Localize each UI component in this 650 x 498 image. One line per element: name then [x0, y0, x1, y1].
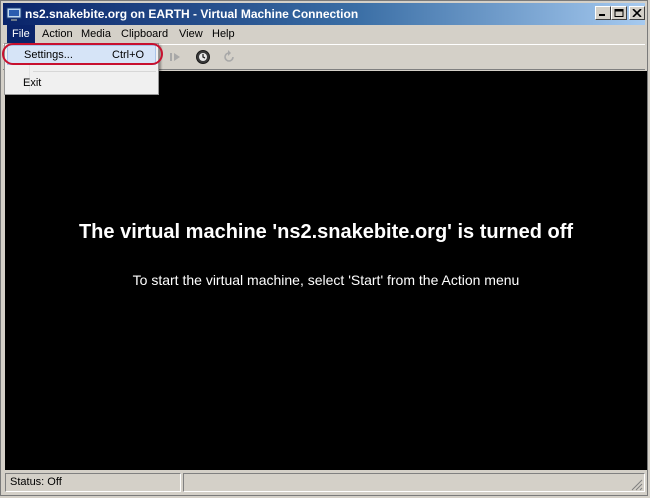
title-bar[interactable]: ns2.snakebite.org on EARTH - Virtual Mac…: [3, 3, 645, 25]
resize-grip-icon[interactable]: [631, 479, 643, 491]
vm-screen[interactable]: The virtual machine 'ns2.snakebite.org' …: [5, 71, 647, 470]
menu-media[interactable]: Media: [76, 25, 116, 44]
status-text: Status: Off: [5, 473, 181, 492]
menu-clipboard[interactable]: Clipboard: [116, 25, 173, 44]
menu-separator: [33, 71, 156, 72]
snapshot-button[interactable]: [195, 49, 211, 65]
minimize-button[interactable]: [595, 6, 611, 20]
menu-file[interactable]: File: [7, 25, 35, 44]
window-title: ns2.snakebite.org on EARTH - Virtual Mac…: [25, 7, 359, 21]
menu-item-exit[interactable]: Exit: [7, 73, 156, 93]
resume-button[interactable]: [167, 49, 183, 65]
close-icon: [632, 9, 642, 17]
close-button[interactable]: [629, 6, 645, 20]
menu-action[interactable]: Action: [37, 25, 78, 44]
revert-icon: [224, 50, 234, 62]
resume-icon: [170, 53, 180, 61]
status-bar: Status: Off: [3, 472, 645, 493]
menu-help[interactable]: Help: [207, 25, 240, 44]
vm-connection-icon: [6, 6, 22, 22]
revert-button[interactable]: [221, 49, 237, 65]
maximize-icon: [614, 9, 624, 17]
menu-view[interactable]: View: [174, 25, 208, 44]
exit-label: Exit: [23, 77, 42, 89]
snapshot-icon: [196, 50, 210, 64]
status-pane-empty: [183, 473, 645, 492]
vm-start-hint: To start the virtual machine, select 'St…: [132, 272, 520, 288]
annotation-ring: [2, 43, 163, 65]
menu-bar: File Action Media Clipboard View Help: [3, 25, 645, 44]
minimize-icon: [599, 14, 605, 16]
maximize-button[interactable]: [611, 6, 627, 20]
vm-off-headline: The virtual machine 'ns2.snakebite.org' …: [78, 221, 574, 243]
